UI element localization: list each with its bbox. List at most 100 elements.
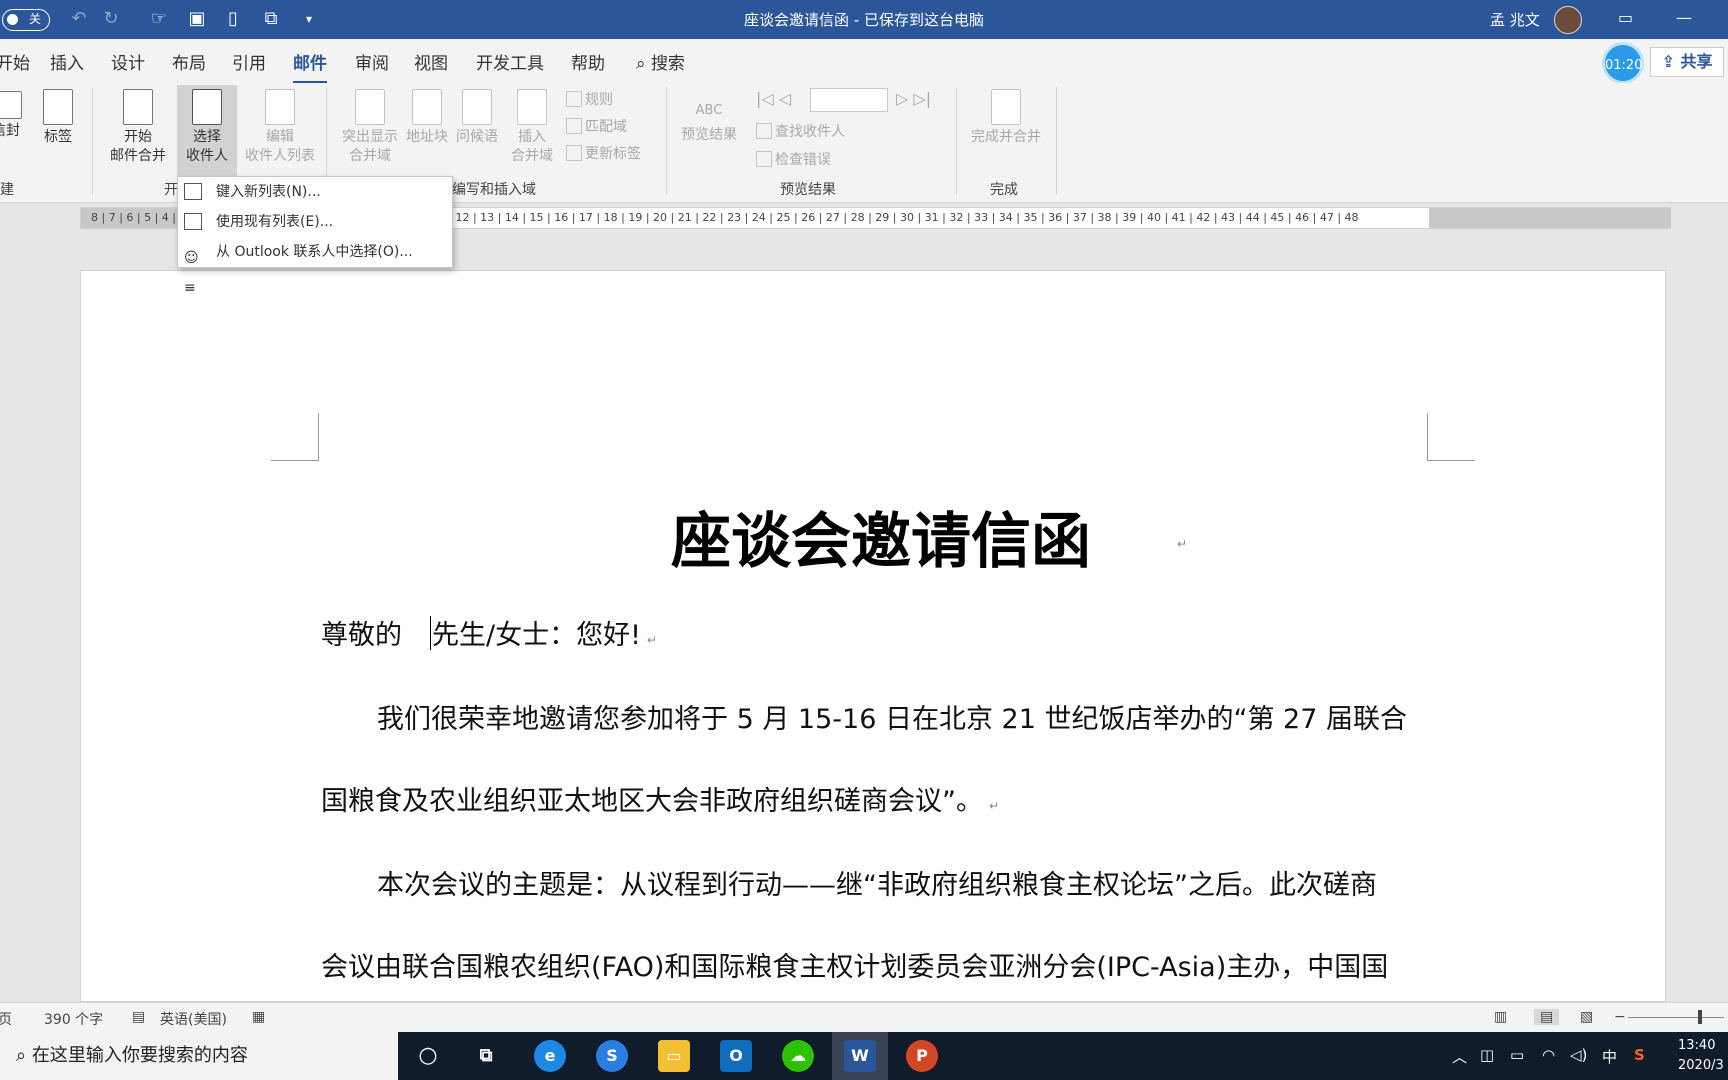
- tab-design[interactable]: 设计: [111, 49, 145, 74]
- body-paragraph-2-line-2[interactable]: 会议由联合国粮农组织(FAO)和国际粮食主权计划委员会亚洲分会(IPC-Asia…: [321, 945, 1388, 984]
- zoom-slider-thumb[interactable]: [1698, 1010, 1702, 1024]
- record-navigation[interactable]: |◁ ◁: [756, 89, 791, 108]
- zoom-out-icon[interactable]: −: [1614, 1009, 1626, 1025]
- language-indicator[interactable]: 英语(美国): [160, 1009, 227, 1029]
- select-recipients-button[interactable]: 选择 收件人: [177, 85, 237, 177]
- edit-recipient-list-button[interactable]: 编辑 收件人列表: [240, 89, 320, 166]
- powerpoint-icon[interactable]: P: [906, 1040, 938, 1072]
- tab-help[interactable]: 帮助: [571, 49, 605, 74]
- check-errors-button[interactable]: 检查错误: [756, 149, 831, 169]
- labels-label: 标签: [44, 129, 72, 145]
- labels-button[interactable]: 标签: [38, 89, 78, 147]
- envelopes-button[interactable]: 信封: [0, 91, 26, 141]
- tab-references[interactable]: 引用: [232, 49, 266, 74]
- tab-mailings[interactable]: 邮件: [293, 49, 327, 84]
- group-create: 建: [0, 182, 14, 198]
- text-cursor: [430, 616, 431, 650]
- sogou-ime-icon[interactable]: S: [1634, 1046, 1645, 1064]
- select-recipients-icon: [192, 89, 222, 125]
- tab-layout[interactable]: 布局: [172, 49, 206, 74]
- proofing-icon[interactable]: ▤: [132, 1009, 145, 1025]
- share-button[interactable]: ⇪ 共享: [1650, 47, 1724, 77]
- group-write-insert: 编写和插入域: [452, 182, 536, 198]
- word-count[interactable]: 390 个字: [44, 1009, 103, 1029]
- record-navigation-next[interactable]: ▷ ▷|: [896, 89, 931, 108]
- wechat-icon[interactable]: ☁: [782, 1040, 814, 1072]
- document-page[interactable]: 座谈会邀请信函 ↵ 尊敬的 先生/女士：您好! ↵ 我们很荣幸地邀请您参加将于 5 …: [80, 270, 1666, 1002]
- menu-item-use-existing-list[interactable]: 使用现有列表(E)...: [178, 207, 452, 237]
- rules-icon: [566, 91, 582, 107]
- outlook-tray-icon[interactable]: ◫: [1480, 1046, 1494, 1064]
- update-labels-button[interactable]: 更新标签: [566, 143, 641, 163]
- read-mode-icon[interactable]: ▥: [1494, 1009, 1507, 1025]
- new-list-icon: [184, 183, 202, 200]
- highlight-merge-fields-button[interactable]: 突出显示 合并域: [334, 89, 406, 166]
- web-layout-icon[interactable]: ▧: [1580, 1009, 1593, 1025]
- start-merge-label-2: 邮件合并: [110, 148, 166, 164]
- menu-item-outlook-contacts[interactable]: ☺≡ 从 Outlook 联系人中选择(O)...: [178, 237, 452, 296]
- word-icon[interactable]: W: [844, 1040, 876, 1072]
- user-name[interactable]: 孟 兆文: [1490, 9, 1540, 30]
- taskbar-search-box[interactable]: ⌕ 在这里输入你要搜索的内容: [0, 1032, 398, 1080]
- find-recipient-button[interactable]: 查找收件人: [756, 121, 845, 141]
- body-paragraph-2-line-1[interactable]: 本次会议的主题是：从议程到行动——继“非政府组织粮食主权论坛”之后。此次磋商: [377, 863, 1377, 902]
- address-block-label: 地址块: [406, 129, 448, 145]
- start-mail-merge-button[interactable]: 开始 邮件合并: [100, 89, 176, 166]
- finish-merge-button[interactable]: 完成并合并: [964, 89, 1048, 147]
- menu-item-label: 使用现有列表(E)...: [216, 214, 334, 230]
- show-hidden-icons-icon[interactable]: ︿: [1452, 1046, 1467, 1067]
- greeting-line-button[interactable]: 问候语: [452, 89, 502, 147]
- battery-icon[interactable]: ▭: [1510, 1046, 1524, 1064]
- zoom-slider[interactable]: [1628, 1017, 1724, 1018]
- insert-field-label-2: 合并域: [511, 148, 553, 164]
- start-merge-label-1: 开始: [124, 129, 152, 145]
- tab-view[interactable]: 视图: [414, 49, 448, 74]
- tab-developer[interactable]: 开发工具: [476, 49, 544, 74]
- tab-review[interactable]: 审阅: [355, 49, 389, 74]
- search-label: 搜索: [650, 54, 685, 74]
- update-labels-label: 更新标签: [585, 146, 641, 162]
- outlook-icon[interactable]: O: [720, 1040, 752, 1072]
- tab-insert[interactable]: 插入: [50, 49, 84, 74]
- find-recipient-icon: [756, 123, 772, 139]
- ribbon-tabs: 开始 插入 设计 布局 引用 邮件 审阅 视图 开发工具 帮助 ⌕ 搜索 01:…: [0, 39, 1728, 84]
- tab-home[interactable]: 开始: [0, 49, 30, 74]
- body-paragraph-1-line-1[interactable]: 我们很荣幸地邀请您参加将于 5 月 15-16 日在北京 21 世纪饭店举办的“…: [377, 697, 1407, 736]
- file-explorer-icon[interactable]: ▭: [658, 1040, 690, 1072]
- menu-item-type-new-list[interactable]: 键入新列表(N)...: [178, 177, 452, 207]
- volume-icon[interactable]: ◁): [1570, 1046, 1587, 1064]
- greeting-line-label: 问候语: [456, 129, 498, 145]
- group-separator: [956, 87, 957, 195]
- preview-results-button[interactable]: ABC 预览结果: [674, 93, 744, 145]
- cortana-icon[interactable]: ○: [412, 1040, 444, 1072]
- ribbon-display-options-icon[interactable]: ▭: [1618, 8, 1633, 27]
- internet-explorer-icon[interactable]: e: [534, 1040, 566, 1072]
- task-view-icon[interactable]: ⧉: [470, 1040, 502, 1072]
- ime-indicator[interactable]: 中: [1602, 1046, 1617, 1067]
- record-number-input[interactable]: [810, 88, 888, 112]
- insert-merge-field-button[interactable]: 插入 合并域: [506, 89, 558, 166]
- check-errors-label: 检查错误: [775, 152, 831, 168]
- rules-button[interactable]: 规则: [566, 89, 613, 109]
- address-block-button[interactable]: 地址块: [402, 89, 452, 147]
- minimize-icon[interactable]: —: [1676, 8, 1692, 27]
- body-paragraph-1-line-2[interactable]: 国粮食及农业组织亚太地区大会非政府组织磋商会议”。 ↵: [321, 779, 999, 818]
- print-layout-icon[interactable]: ▤: [1534, 1009, 1560, 1025]
- document-title[interactable]: 座谈会邀请信函: [671, 493, 1091, 580]
- menu-item-label: 键入新列表(N)...: [216, 184, 321, 200]
- system-clock[interactable]: 13:40 2020/3: [1678, 1036, 1724, 1076]
- paragraph-mark: ↵: [1177, 537, 1188, 551]
- match-fields-button[interactable]: 匹配域: [566, 116, 627, 136]
- avatar[interactable]: [1554, 6, 1582, 34]
- sogou-browser-icon[interactable]: S: [596, 1040, 628, 1072]
- paragraph-mark: ↵: [989, 799, 1000, 813]
- highlight-fields-icon: [355, 89, 385, 125]
- page-count[interactable]: 页: [0, 1009, 12, 1029]
- macro-recording-icon[interactable]: ▦: [252, 1009, 265, 1025]
- window-title: 座谈会邀请信函 - 已保存到这台电脑: [744, 11, 984, 29]
- document-title-text: 座谈会邀请信函: [671, 507, 1091, 577]
- tell-me-search[interactable]: ⌕ 搜索: [636, 49, 685, 74]
- wifi-icon[interactable]: ◠: [1542, 1046, 1555, 1064]
- status-bar: 页 390 个字 ▤ 英语(美国) ▦ ▥ ▤ ▧ −: [0, 1002, 1728, 1032]
- salutation-paragraph[interactable]: 尊敬的 先生/女士：您好! ↵: [321, 613, 657, 652]
